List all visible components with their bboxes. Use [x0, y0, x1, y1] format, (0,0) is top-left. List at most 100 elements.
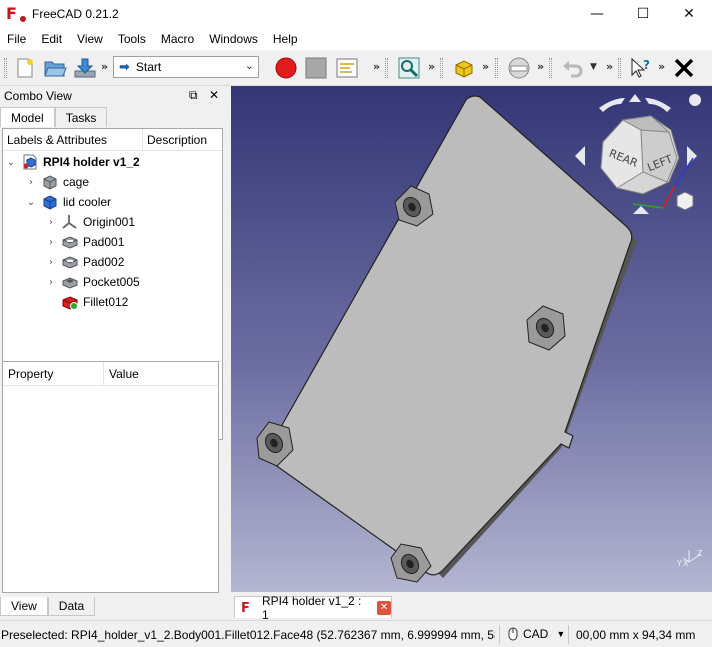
close-icon[interactable]: [671, 55, 697, 81]
open-icon[interactable]: [42, 55, 68, 81]
chevron-down-icon: ⌄: [244, 59, 254, 72]
property-column-header[interactable]: Property: [3, 362, 104, 385]
tab-data[interactable]: Data: [47, 597, 96, 616]
tree-header-description[interactable]: Description: [143, 129, 207, 150]
collapsed-chevron-icon[interactable]: ›: [45, 277, 57, 288]
fillet-icon: [62, 294, 78, 310]
expanded-chevron-icon[interactable]: ⌄: [5, 157, 17, 168]
freecad-logo-icon: F: [6, 5, 27, 23]
menu-macro[interactable]: Macro: [154, 32, 202, 46]
view-icon[interactable]: [506, 55, 532, 81]
tree-item-pad002[interactable]: › Pad002: [45, 252, 124, 272]
toolbar-grip[interactable]: [4, 58, 7, 78]
nav-orbit-right-icon[interactable]: [645, 98, 671, 112]
menu-windows[interactable]: Windows: [202, 32, 266, 46]
svg-text:F: F: [241, 601, 250, 614]
nav-menu-icon[interactable]: [689, 94, 701, 106]
body-active-icon: [42, 194, 58, 210]
collapsed-chevron-icon[interactable]: ›: [25, 177, 37, 188]
axis-triad-icon: Y X Z: [676, 549, 703, 568]
tab-view[interactable]: View: [0, 597, 48, 616]
nav-orbit-left-icon[interactable]: [599, 98, 625, 112]
axis-label-y: Y: [676, 559, 682, 568]
combo-view-header: Combo View ⧉ ✕: [0, 86, 228, 106]
tree-item-label: lid cooler: [63, 195, 112, 209]
close-document-icon[interactable]: ✕: [377, 600, 391, 615]
part-icon[interactable]: [451, 55, 477, 81]
tree-item-label: Origin001: [83, 215, 136, 229]
collapsed-chevron-icon[interactable]: ›: [45, 257, 57, 268]
3d-viewport[interactable]: REAR LEFT Y X Z: [231, 86, 712, 592]
menu-bar: File Edit View Tools Macro Windows Help: [0, 28, 712, 50]
document-icon: [22, 154, 38, 170]
tree-item-fillet012[interactable]: Fillet012: [45, 292, 128, 312]
whats-this-icon[interactable]: ?: [628, 55, 654, 81]
tab-model[interactable]: Model: [0, 107, 55, 127]
document-tab[interactable]: F RPI4 holder v1_2 : 1 ✕: [234, 594, 392, 622]
undo-dropdown-icon[interactable]: ▼: [590, 62, 597, 72]
float-panel-icon[interactable]: ⧉: [189, 88, 198, 103]
workbench-selector[interactable]: ➡ Start ⌄: [113, 56, 259, 78]
status-message: Preselected: RPI4_holder_v1_2.Body001.Fi…: [1, 628, 495, 642]
pad-icon: [62, 254, 78, 270]
pad-icon: [62, 234, 78, 250]
pocket-icon: [62, 274, 78, 290]
dimension-readout: 00,00 mm x 94,34 mm: [576, 628, 696, 642]
combo-view: Combo View ⧉ ✕ Model Tasks Labels & Attr…: [0, 86, 228, 620]
title-bar: F FreeCAD 0.21.2 — ☐ ✕: [0, 0, 712, 28]
save-icon[interactable]: [72, 55, 98, 81]
record-macro-icon[interactable]: [273, 55, 299, 81]
axis-label-z: Z: [697, 549, 703, 558]
nav-view-menu-icon[interactable]: [676, 191, 694, 211]
tree-item-origin001[interactable]: › Origin001: [45, 212, 135, 232]
menu-view[interactable]: View: [70, 32, 111, 46]
minimize-button[interactable]: —: [574, 0, 620, 28]
menu-edit[interactable]: Edit: [34, 32, 70, 46]
plate-top-face[interactable]: [267, 95, 633, 576]
tree-item-label: Pad001: [83, 235, 125, 249]
undo-icon[interactable]: [560, 55, 586, 81]
value-column-header[interactable]: Value: [104, 362, 139, 385]
tree-header-labels[interactable]: Labels & Attributes: [3, 129, 143, 150]
nav-rotate-right-icon[interactable]: [687, 146, 697, 166]
tree-item-pad001[interactable]: › Pad001: [45, 232, 124, 252]
tree-item-label: cage: [63, 175, 90, 189]
tree-item-document[interactable]: ⌄ RPI4 holder v1_2: [5, 152, 140, 172]
new-document-icon[interactable]: [12, 55, 38, 81]
body-icon: [42, 174, 58, 190]
navigation-cube[interactable]: REAR LEFT: [575, 94, 701, 214]
tree-item-label: RPI4 holder v1_2: [43, 155, 140, 169]
nav-rotate-left-icon[interactable]: [575, 146, 585, 166]
window-title: FreeCAD 0.21.2: [32, 7, 119, 21]
collapsed-chevron-icon[interactable]: ›: [45, 217, 57, 228]
maximize-button[interactable]: ☐: [620, 0, 666, 28]
fit-all-icon[interactable]: [396, 55, 422, 81]
close-panel-icon[interactable]: ✕: [209, 88, 219, 102]
macro-editor-icon[interactable]: [334, 55, 360, 81]
tree-item-label: Pocket005: [83, 275, 140, 289]
menu-file[interactable]: File: [0, 32, 34, 46]
collapsed-chevron-icon[interactable]: ›: [45, 237, 57, 248]
close-window-button[interactable]: ✕: [666, 0, 712, 28]
origin-icon: [62, 214, 78, 230]
status-bar: Preselected: RPI4_holder_v1_2.Body001.Fi…: [0, 620, 712, 647]
nav-rotate-down-icon[interactable]: [633, 206, 649, 214]
menu-tools[interactable]: Tools: [111, 32, 154, 46]
menu-help[interactable]: Help: [266, 32, 306, 46]
toolbar: » ➡ Start ⌄ » » » » ▼ » ? »: [0, 50, 712, 86]
model-render[interactable]: REAR LEFT Y X Z: [231, 86, 712, 592]
tree-item-pocket005[interactable]: › Pocket005: [45, 272, 140, 292]
chevron-down-icon: ▼: [556, 629, 566, 639]
property-view: Property Value: [2, 361, 219, 593]
tree-item-label: Pad002: [83, 255, 125, 269]
document-tab-label: RPI4 holder v1_2 : 1: [261, 593, 362, 622]
nav-rotate-up-icon[interactable]: [629, 94, 641, 102]
stop-macro-icon[interactable]: [303, 55, 329, 81]
tree-item-lid-cooler[interactable]: ⌄ lid cooler: [25, 192, 111, 212]
tab-tasks[interactable]: Tasks: [54, 107, 108, 127]
freecad-doc-icon: F: [241, 600, 257, 616]
svg-text:?: ?: [643, 58, 650, 72]
tree-item-cage[interactable]: › cage: [25, 172, 89, 192]
expanded-chevron-icon[interactable]: ⌄: [25, 197, 37, 208]
navigation-style-selector[interactable]: CAD ▼: [508, 627, 565, 641]
